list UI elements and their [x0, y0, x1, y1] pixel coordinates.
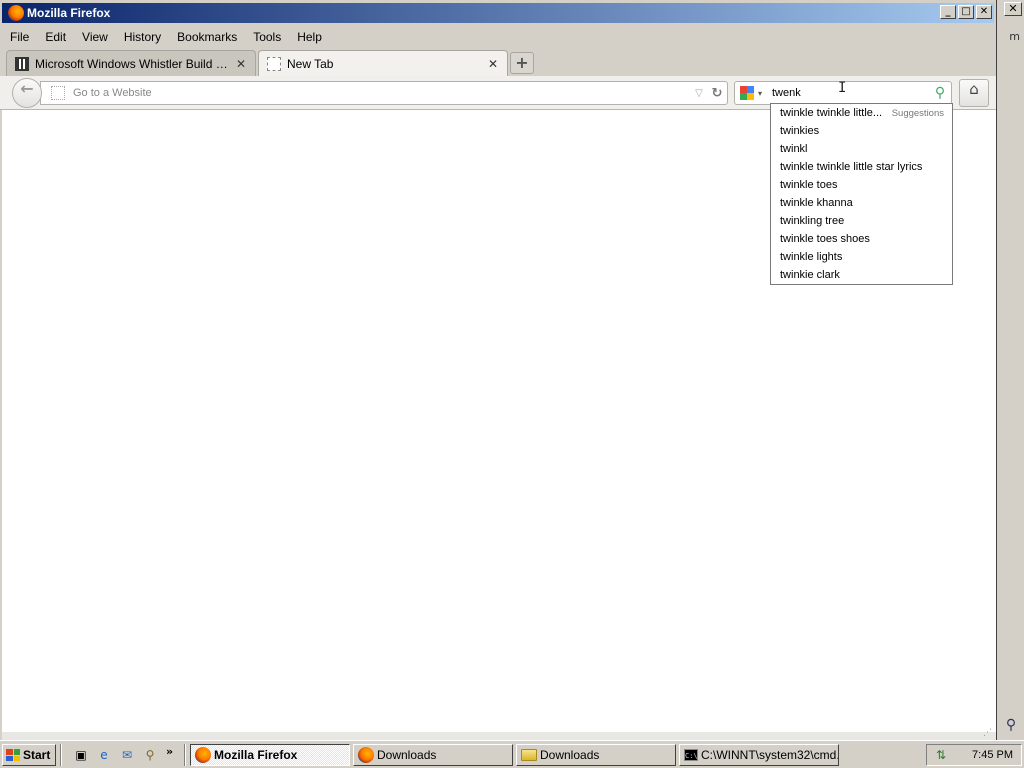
resize-grip-icon[interactable]: ⋰: [983, 728, 992, 738]
taskbar-button-firefox[interactable]: Mozilla Firefox: [190, 744, 350, 766]
suggestion-item[interactable]: twinkie clark: [771, 266, 952, 284]
engine-dropdown-icon[interactable]: ▾: [754, 89, 766, 98]
taskbar-button-label: Downloads: [377, 748, 437, 762]
taskbar-button-label: Mozilla Firefox: [214, 748, 298, 762]
search-input[interactable]: [766, 87, 929, 99]
background-window: ✕ m ⚲: [996, 0, 1024, 740]
back-button[interactable]: ←: [12, 78, 42, 108]
windows-logo-icon: [6, 749, 20, 761]
site-identity-icon[interactable]: [51, 86, 65, 100]
clock[interactable]: 7:45 PM: [949, 749, 1021, 761]
internet-explorer-icon[interactable]: e: [95, 746, 113, 764]
suggestion-item[interactable]: twinkling tree: [771, 212, 952, 230]
google-engine-icon[interactable]: [740, 86, 754, 100]
url-bar[interactable]: ▽ ↻: [40, 81, 728, 105]
minimize-button[interactable]: _: [940, 5, 956, 19]
tab-strip: Microsoft Windows Whistler Build 2202-2.…: [0, 48, 996, 76]
background-search-icon[interactable]: ⚲: [1000, 714, 1022, 736]
url-input[interactable]: [73, 87, 691, 99]
suggestion-item[interactable]: twinkle lights: [771, 248, 952, 266]
suggestion-item[interactable]: twinkle toes: [771, 176, 952, 194]
tab-label: New Tab: [287, 56, 334, 71]
search-suggestions-popup: Suggestions twinkle twinkle little... tw…: [770, 103, 953, 285]
text-cursor-icon: I: [838, 80, 847, 96]
system-tray: ⇅ 7:45 PM: [926, 744, 1022, 766]
suggestion-item[interactable]: twinkle khanna: [771, 194, 952, 212]
taskbar-separator: [60, 744, 62, 766]
menu-help[interactable]: Help: [289, 30, 330, 44]
tab-new-tab[interactable]: New Tab ✕: [258, 50, 508, 76]
suggestion-item[interactable]: twinkle twinkle little...: [771, 104, 952, 122]
taskbar-button-label: C:\WINNT\system32\cmd....: [701, 748, 839, 762]
suggestion-item[interactable]: twinkies: [771, 122, 952, 140]
background-window-text: m: [1009, 30, 1020, 43]
taskbar-separator: [184, 744, 186, 766]
maximize-button[interactable]: □: [958, 5, 974, 19]
menu-bar: File Edit View History Bookmarks Tools H…: [2, 27, 330, 47]
folder-icon: [521, 749, 537, 761]
taskbar-button-downloads-firefox[interactable]: Downloads: [353, 744, 513, 766]
title-bar[interactable]: Mozilla Firefox _ □ ✕: [2, 3, 994, 23]
menu-file[interactable]: File: [2, 30, 37, 44]
page-favicon-icon: [15, 56, 29, 71]
tab-whistler[interactable]: Microsoft Windows Whistler Build 2202-2.…: [6, 50, 256, 76]
blank-page-icon: [267, 56, 281, 71]
start-button[interactable]: Start: [2, 744, 56, 766]
taskbar-button-label: Downloads: [540, 748, 600, 762]
quicklaunch-more-icon[interactable]: »: [166, 745, 173, 758]
firefox-icon: [8, 5, 24, 21]
menu-bookmarks[interactable]: Bookmarks: [169, 30, 245, 44]
taskbar-button-cmd[interactable]: C:\ C:\WINNT\system32\cmd....: [679, 744, 839, 766]
suggestion-item[interactable]: twinkle toes shoes: [771, 230, 952, 248]
history-dropmarker-icon[interactable]: ▽: [691, 88, 707, 99]
search-go-icon[interactable]: ⚲: [929, 85, 951, 101]
taskbar: Start ▣ e ✉ ⚲ » Mozilla Firefox Download…: [0, 740, 1024, 768]
menu-tools[interactable]: Tools: [245, 30, 289, 44]
menu-history[interactable]: History: [116, 30, 169, 44]
firefox-icon: [195, 747, 211, 763]
start-label: Start: [23, 748, 51, 762]
network-tray-icon[interactable]: ⇅: [933, 747, 949, 763]
suggestion-item[interactable]: twinkle twinkle little star lyrics: [771, 158, 952, 176]
background-window-close-button[interactable]: ✕: [1004, 2, 1022, 16]
new-tab-button[interactable]: +: [510, 52, 534, 74]
tab-close-icon[interactable]: ✕: [487, 57, 499, 71]
close-button[interactable]: ✕: [976, 5, 992, 19]
window-title: Mozilla Firefox: [27, 6, 111, 20]
status-strip: ⋰: [2, 728, 996, 740]
menu-edit[interactable]: Edit: [37, 30, 74, 44]
reload-icon[interactable]: ↻: [707, 86, 727, 101]
suggestion-item[interactable]: twinkl: [771, 140, 952, 158]
firefox-icon: [358, 747, 374, 763]
show-desktop-icon[interactable]: ▣: [72, 746, 90, 764]
tab-close-icon[interactable]: ✕: [235, 57, 247, 71]
search-quicklaunch-icon[interactable]: ⚲: [141, 746, 159, 764]
window-controls: _ □ ✕: [940, 5, 992, 19]
taskbar-button-downloads-folder[interactable]: Downloads: [516, 744, 676, 766]
command-prompt-icon: C:\: [684, 749, 698, 761]
menu-view[interactable]: View: [74, 30, 116, 44]
tab-label: Microsoft Windows Whistler Build 2202-2.…: [35, 56, 231, 71]
home-button[interactable]: ⌂: [959, 79, 989, 107]
outlook-express-icon[interactable]: ✉: [118, 746, 136, 764]
